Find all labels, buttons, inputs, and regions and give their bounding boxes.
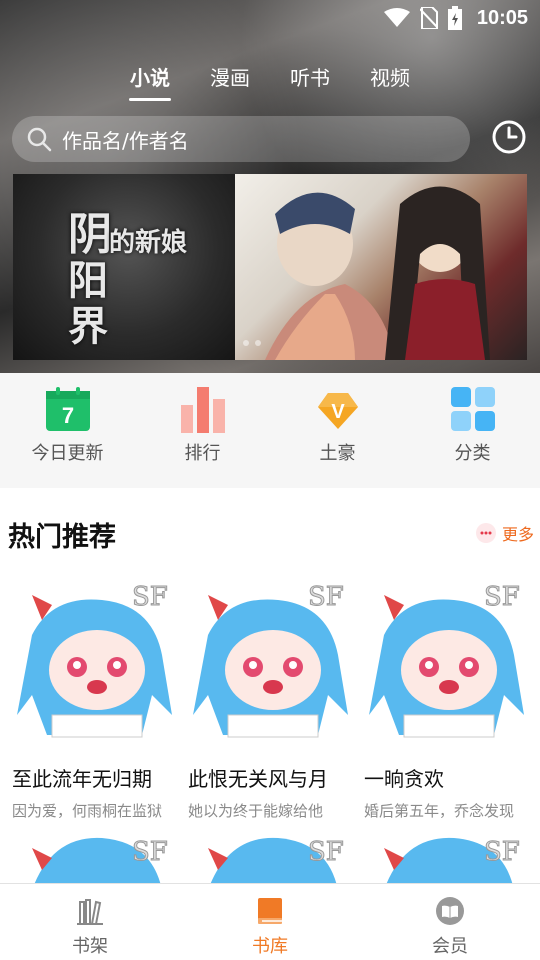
svg-text:SF: SF [132,837,168,867]
book-cover[interactable]: SF [188,830,352,890]
banner-title-panel: 阴 阳 界 的新娘 [13,174,243,360]
quicknav-category[interactable]: 分类 [405,373,540,488]
nav-library[interactable]: 书库 [180,884,360,960]
book-cover: SF [188,575,352,745]
nav-label: 书库 [252,936,288,957]
library-icon [258,898,282,924]
quicknav-vip[interactable]: V 土豪 [270,373,405,488]
svg-text:SF: SF [132,582,168,612]
section-title: 热门推荐 [8,522,116,553]
book-desc: 因为爱，何雨桐在监狱 [12,802,163,820]
calendar-icon: 7 [45,387,90,431]
placeholder-mascot-image: SF [208,837,344,890]
quicknav-label: 分类 [454,443,491,464]
battery-icon [448,6,462,30]
carousel-dot[interactable] [243,340,249,346]
placeholder-mascot-image: SF [384,837,520,890]
book-card[interactable]: SF 至此流年无归期 因为爱，何雨桐在监狱 [12,575,176,821]
tab-novel[interactable]: 小说 [110,58,190,101]
placeholder-mascot-image: SF [193,582,348,738]
tab-comic[interactable]: 漫画 [190,58,270,101]
quicknav-label: 土豪 [319,443,356,464]
book-title: 此恨无关风与月 [188,767,328,791]
no-sim-icon [420,7,438,29]
book-desc: 她以为终于能嫁给他 [188,802,324,820]
banner-title-subtitle: 的新娘 [109,228,188,258]
history-icon[interactable] [490,118,528,156]
status-bar: 10:05 [0,0,540,36]
status-icons [384,6,462,30]
bookshelf-icon [77,899,103,925]
placeholder-mascot-image: SF [17,582,172,738]
book-card[interactable]: SF 一晌贪欢 婚后第五年，乔念发现 [364,575,528,821]
carousel-dot[interactable] [255,340,261,346]
banner-artwork [235,174,527,360]
svg-text:SF: SF [484,837,520,867]
member-icon [436,897,464,925]
book-title: 至此流年无归期 [12,767,152,791]
header: 10:05 小说 漫画 听书 视频 作品名/作者名 阴 阳 界 的新娘 [0,0,540,373]
wifi-icon [384,8,410,27]
vip-badge: V [331,401,345,423]
quicknav-today-update[interactable]: 7 今日更新 [0,373,135,488]
search-icon [27,127,52,152]
search-placeholder: 作品名/作者名 [62,128,189,153]
banner-characters-image [265,186,490,360]
quicknav-ranking[interactable]: 排行 [135,373,270,488]
banner-title-char-3: 界 [68,303,108,350]
more-label: 更多 [501,525,534,544]
more-button[interactable]: 更多 [475,521,534,545]
ranking-icon [180,387,225,433]
nav-bookshelf[interactable]: 书架 [0,884,180,960]
category-icon [450,387,495,431]
status-time: 10:05 [476,7,528,29]
book-list-row-2: SF SF SF [12,830,528,890]
carousel-dots [243,340,261,346]
svg-text:SF: SF [308,837,344,867]
more-dots-icon [475,523,496,543]
placeholder-mascot-image: SF [369,582,524,738]
book-list: SF 至此流年无归期 因为爱，何雨桐在监狱 SF 此恨无关风与月 她以为终于能嫁… [12,575,540,821]
quicknav-label: 今日更新 [31,443,104,464]
placeholder-mascot-image: SF [32,837,168,890]
book-card[interactable]: SF 此恨无关风与月 她以为终于能嫁给他 [188,575,352,821]
banner-carousel[interactable]: 阴 阳 界 的新娘 [13,174,527,360]
top-tabs: 小说 漫画 听书 视频 [110,58,430,101]
book-cover[interactable]: SF [12,830,176,890]
calendar-badge: 7 [61,403,73,428]
svg-text:SF: SF [484,582,520,612]
tab-audiobook[interactable]: 听书 [270,58,350,101]
book-cover[interactable]: SF [364,830,528,890]
book-cover: SF [364,575,528,745]
book-title: 一晌贪欢 [364,767,444,791]
vip-icon: V [317,393,358,429]
svg-text:SF: SF [308,582,344,612]
book-cover: SF [12,575,176,745]
quick-nav: 7 今日更新 排行 V 土豪 分类 [0,373,540,488]
nav-member[interactable]: 会员 [360,884,540,960]
search-input[interactable]: 作品名/作者名 [12,116,470,162]
book-desc: 婚后第五年，乔念发现 [364,802,515,820]
tab-video[interactable]: 视频 [350,58,430,101]
quicknav-label: 排行 [184,443,221,464]
bottom-nav: 书架 书库 会员 [0,883,540,960]
nav-label: 会员 [432,936,468,957]
nav-label: 书架 [72,936,108,957]
